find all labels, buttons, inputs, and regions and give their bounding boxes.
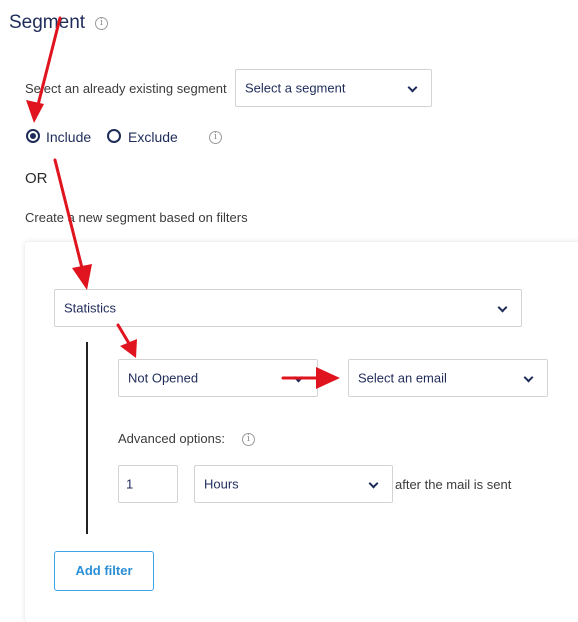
or-label: OR <box>25 170 48 187</box>
chevron-down-icon <box>523 372 534 383</box>
annotation-arrowhead <box>26 100 44 123</box>
email-select[interactable]: Select an email <box>348 359 548 397</box>
page-title: Segment <box>9 12 86 33</box>
segment-select[interactable]: Select a segment <box>235 69 432 107</box>
email-select-value: Select an email <box>358 370 447 386</box>
include-label[interactable]: Include <box>46 129 91 145</box>
condition-select[interactable]: Not Opened <box>118 359 318 397</box>
unit-select[interactable]: Hours <box>194 465 393 503</box>
info-icon[interactable]: i <box>95 17 108 30</box>
after-sent-label: after the mail is sent <box>395 477 512 492</box>
filter-category-value: Statistics <box>64 300 117 316</box>
add-filter-label: Add filter <box>75 563 133 578</box>
unit-value: Hours <box>204 476 239 492</box>
amount-input[interactable]: 1 <box>118 465 178 503</box>
exclude-radio[interactable] <box>107 129 121 143</box>
filter-category-select[interactable]: Statistics <box>54 289 522 327</box>
chevron-down-icon <box>407 82 418 93</box>
chevron-down-icon <box>293 372 304 383</box>
info-icon[interactable]: i <box>242 433 255 446</box>
include-radio[interactable] <box>26 129 40 143</box>
exclude-label[interactable]: Exclude <box>128 129 178 145</box>
chevron-down-icon <box>497 302 508 313</box>
segment-select-value: Select a segment <box>245 80 346 96</box>
info-icon[interactable]: i <box>209 131 222 144</box>
existing-segment-label: Select an already existing segment <box>25 81 227 96</box>
chevron-down-icon <box>368 478 379 489</box>
new-segment-label: Create a new segment based on filters <box>25 210 248 225</box>
add-filter-button[interactable]: Add filter <box>54 551 154 591</box>
amount-value: 1 <box>126 476 134 492</box>
advanced-options-label: Advanced options: <box>118 431 225 446</box>
condition-value: Not Opened <box>128 370 199 386</box>
filter-group-line <box>86 342 88 534</box>
